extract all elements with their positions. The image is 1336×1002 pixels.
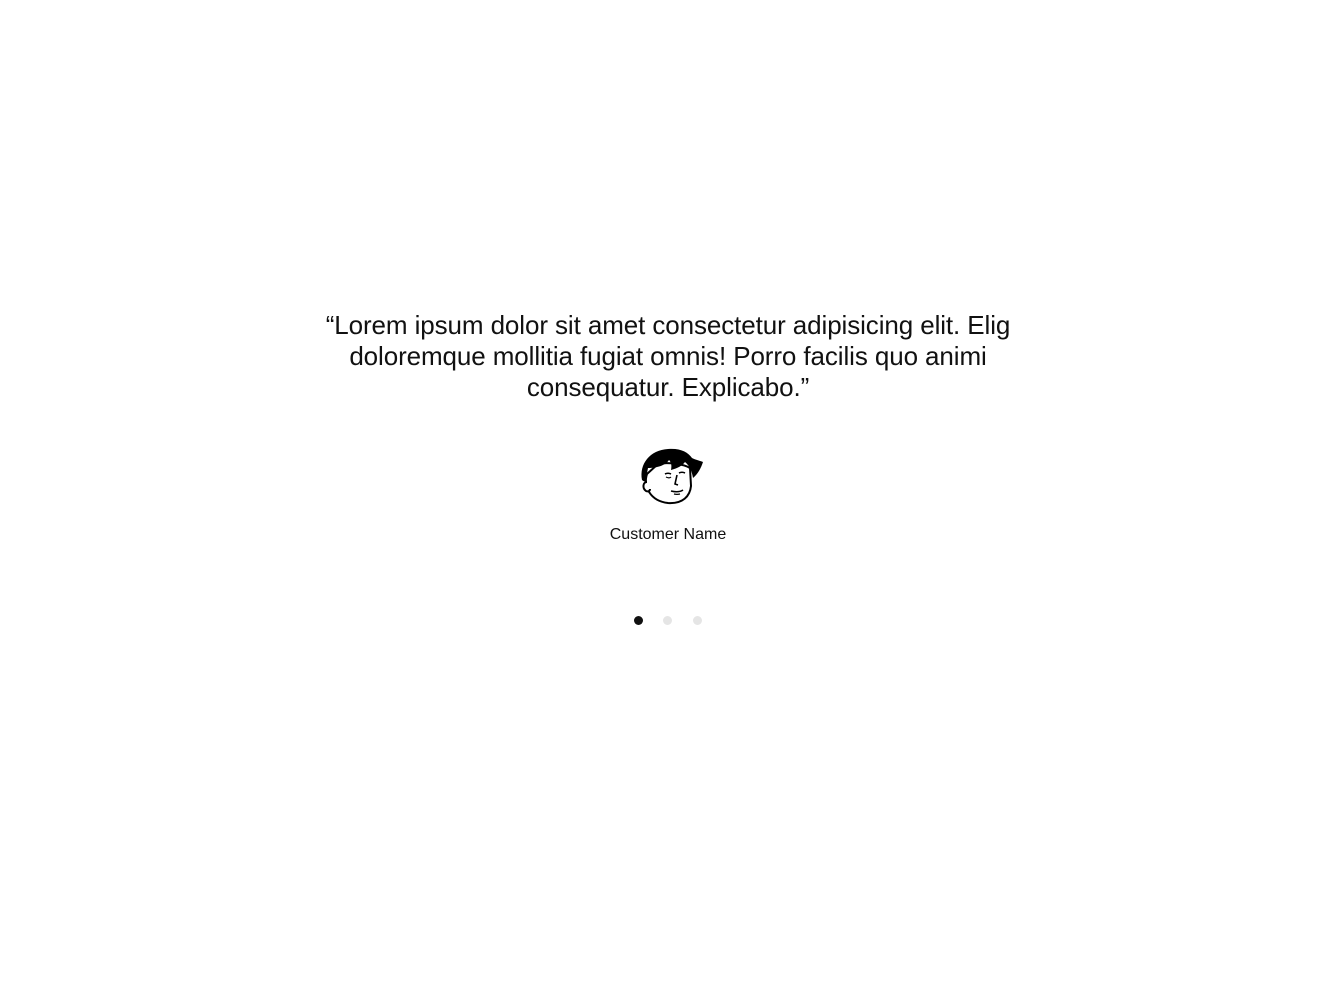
carousel-dot-2[interactable]: [663, 616, 672, 625]
carousel-pagination: [628, 612, 708, 630]
testimonial-quote: “Lorem ipsum dolor sit amet consectetur …: [325, 310, 1011, 402]
customer-avatar: [638, 446, 704, 506]
customer-avatar-icon: [641, 448, 703, 505]
carousel-dot-3[interactable]: [693, 616, 702, 625]
carousel-dot-1[interactable]: [634, 616, 643, 625]
testimonial-section: “Lorem ipsum dolor sit amet consectetur …: [0, 0, 1336, 1002]
customer-name: Customer Name: [609, 526, 727, 543]
